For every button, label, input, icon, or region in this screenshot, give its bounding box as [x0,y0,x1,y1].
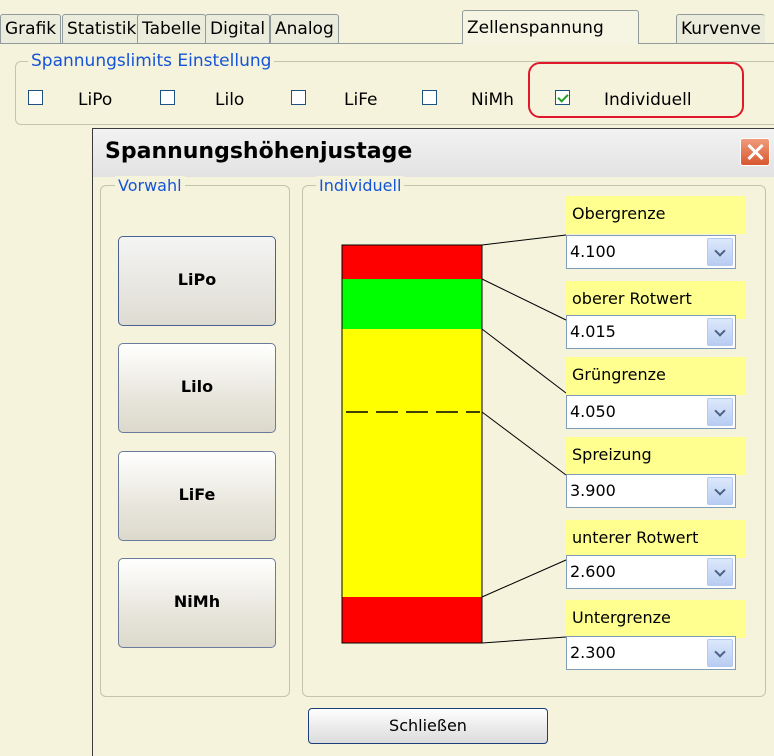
chevron-down-icon[interactable] [707,238,733,266]
combo-value: 4.050 [570,402,616,421]
combo-value: 4.015 [570,322,616,341]
tab-label: Zellenspannung [467,18,604,38]
combo-value: 3.900 [570,481,616,500]
combo-gruengrenze[interactable]: 4.050 [566,395,736,429]
combo-value: 4.100 [570,242,616,261]
close-dialog-button[interactable]: Schließen [308,708,548,744]
chevron-down-icon[interactable] [707,318,733,346]
label-obergrenze: Obergrenze [566,196,746,234]
voltage-bar-upper-red [342,245,482,279]
combo-oberer-rotwert[interactable]: 4.015 [566,315,736,349]
combo-spreizung[interactable]: 3.900 [566,474,736,508]
combo-untergrenze[interactable]: 2.300 [566,636,736,670]
combo-value: 2.300 [570,643,616,662]
chevron-down-icon[interactable] [707,477,733,505]
label-untergrenze: Untergrenze [566,600,746,638]
combo-obergrenze[interactable]: 4.100 [566,235,736,269]
chevron-down-icon[interactable] [707,639,733,667]
voltage-bar-green [342,279,482,329]
label-unterer-rotwert: unterer Rotwert [566,520,746,558]
connector-lines [481,234,567,644]
chevron-down-icon[interactable] [707,558,733,586]
combo-value: 2.600 [570,562,616,581]
tab-zellenspannung[interactable]: Zellenspannung [462,10,639,44]
label-oberer-rotwert: oberer Rotwert [566,281,746,319]
label-spreizung: Spreizung [566,437,746,475]
combo-unterer-rotwert[interactable]: 2.600 [566,555,736,589]
voltage-bar-lower-red [342,597,482,643]
label-gruengrenze: Grüngrenze [566,357,746,395]
chevron-down-icon[interactable] [707,398,733,426]
